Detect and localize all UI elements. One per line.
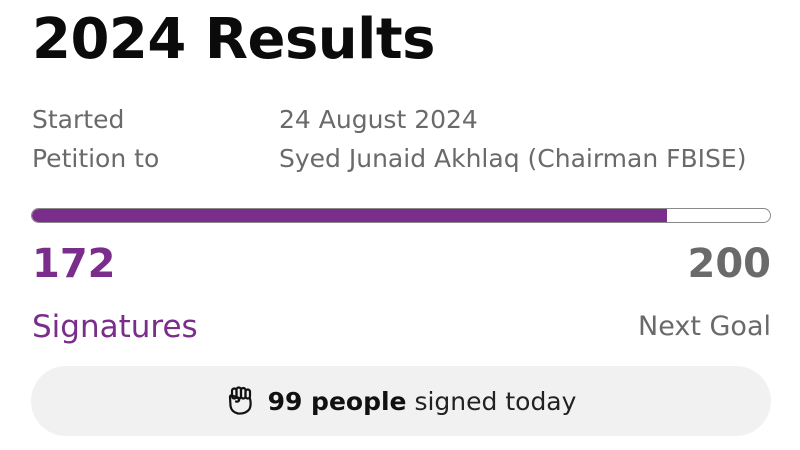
goal-count: 200 [687,241,772,287]
started-label: Started [32,105,125,134]
signed-today-suffix: signed today [406,386,577,416]
signature-progress-bar [31,208,771,223]
page-title: 2024 Results [32,7,435,72]
raised-fist-icon [226,386,256,416]
petition-recipient: Syed Junaid Akhlaq (Chairman FBISE) [279,144,747,173]
signature-count: 172 [32,241,116,287]
signature-progress-fill [32,209,667,222]
petition-to-label: Petition to [32,144,160,173]
signed-today-count: 99 people [267,386,407,416]
started-date: 24 August 2024 [279,105,478,134]
signed-today-text: 99 people signed today [268,387,577,416]
next-goal-label: Next Goal [638,311,771,342]
signed-today-banner: 99 people signed today [31,366,771,436]
signatures-label: Signatures [32,309,198,345]
